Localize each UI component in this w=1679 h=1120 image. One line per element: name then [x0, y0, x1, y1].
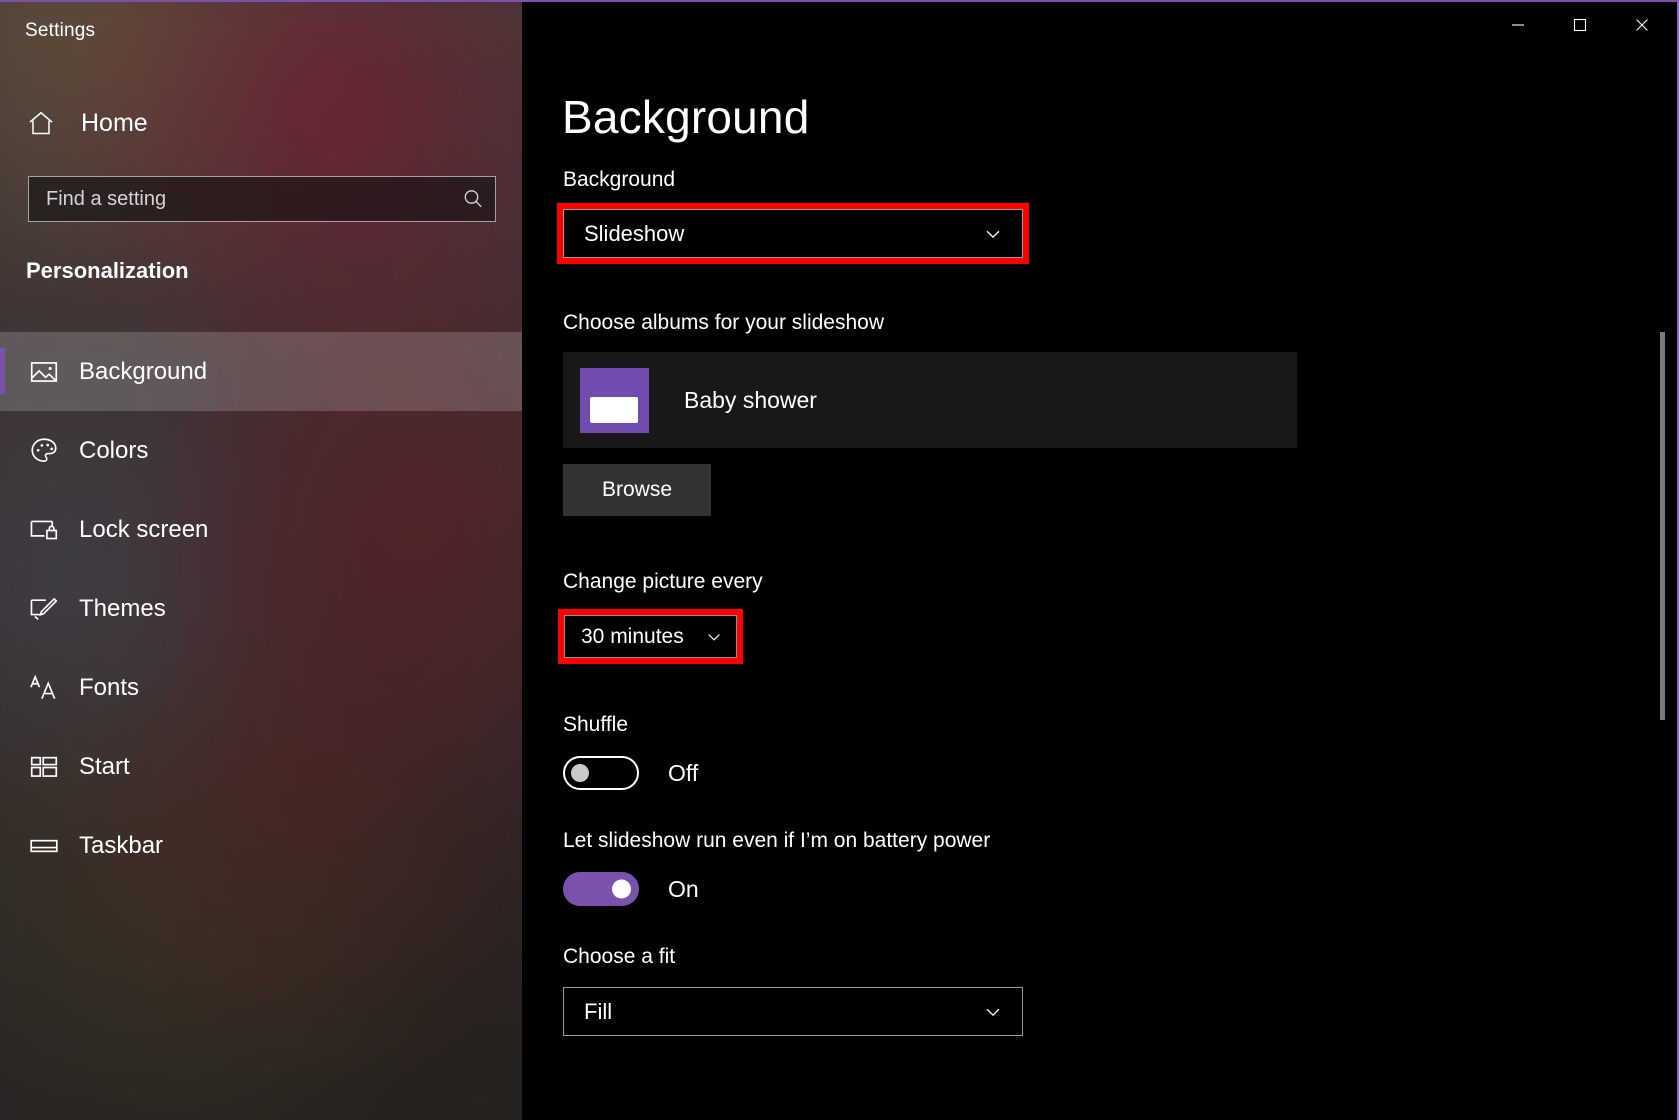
album-thumbnail-icon: [580, 367, 649, 433]
shuffle-toggle-state: Off: [668, 759, 699, 786]
sidebar-item-colors[interactable]: Colors: [0, 411, 522, 490]
sidebar-item-label: Background: [79, 357, 208, 385]
main-content: Background Background Slideshow Choose a…: [522, 2, 1677, 1120]
change-picture-interval-value: 30 minutes: [581, 624, 684, 648]
fonts-icon: [23, 667, 65, 709]
sidebar-item-themes[interactable]: Themes: [0, 569, 522, 648]
interval-section-label: Change picture every: [563, 570, 763, 593]
choose-a-fit-value: Fill: [584, 998, 613, 1024]
album-list-item[interactable]: Baby shower: [563, 352, 1297, 448]
album-name: Baby shower: [684, 386, 817, 413]
maximize-button[interactable]: [1549, 2, 1611, 48]
toggle-knob: [571, 764, 589, 782]
battery-toggle-state: On: [668, 875, 699, 902]
battery-toggle[interactable]: [563, 872, 639, 906]
sidebar-item-label: Taskbar: [79, 831, 164, 859]
sidebar: Settings Home Find a setting Personaliza…: [0, 2, 522, 1120]
sidebar-item-lock-screen[interactable]: Lock screen: [0, 490, 522, 569]
battery-toggle-row[interactable]: On: [563, 872, 699, 906]
close-button[interactable]: [1611, 2, 1673, 48]
chevron-down-icon: [704, 627, 736, 647]
sidebar-item-label: Themes: [79, 594, 166, 622]
background-type-value: Slideshow: [584, 220, 685, 246]
change-picture-interval-dropdown[interactable]: 30 minutes: [564, 615, 737, 658]
albums-section-label: Choose albums for your slideshow: [563, 311, 884, 334]
vertical-scrollbar[interactable]: [1660, 332, 1665, 720]
sidebar-item-fonts[interactable]: Fonts: [0, 648, 522, 727]
background-section-label: Background: [563, 168, 676, 191]
sidebar-section-header: Personalization: [26, 258, 189, 283]
shuffle-toggle[interactable]: [563, 756, 639, 790]
fit-section-label: Choose a fit: [563, 945, 676, 968]
battery-section-label: Let slideshow run even if I’m on battery…: [563, 829, 991, 852]
chevron-down-icon: [982, 1001, 1022, 1023]
album-thumbnail-sheet: [590, 396, 638, 423]
browse-button[interactable]: Browse: [563, 464, 711, 516]
sidebar-item-start[interactable]: Start: [0, 727, 522, 806]
choose-a-fit-dropdown[interactable]: Fill: [563, 987, 1023, 1036]
palette-icon: [23, 430, 65, 472]
settings-window: Settings Home Find a setting Personaliza…: [0, 0, 1679, 1120]
sidebar-item-label: Fonts: [79, 673, 140, 701]
lock-screen-icon: [23, 509, 65, 551]
search-icon[interactable]: [451, 187, 495, 211]
app-title: Settings: [25, 20, 96, 41]
minimize-button[interactable]: [1487, 2, 1549, 48]
toggle-knob: [612, 879, 631, 899]
shuffle-section-label: Shuffle: [563, 713, 628, 736]
sidebar-item-home[interactable]: Home: [0, 96, 522, 150]
sidebar-home-label: Home: [81, 108, 148, 137]
search-input[interactable]: [29, 177, 451, 221]
window-controls: [1487, 2, 1673, 50]
start-icon: [23, 746, 65, 788]
sidebar-item-label: Colors: [79, 436, 149, 464]
sidebar-nav: Background Colors Lock screen Themes Fon…: [0, 332, 522, 885]
taskbar-icon: [23, 825, 65, 867]
sidebar-item-background[interactable]: Background: [0, 332, 522, 411]
album-thumbnail-dot: [637, 372, 643, 379]
search-box[interactable]: [28, 176, 496, 222]
picture-icon: [23, 351, 65, 393]
shuffle-toggle-row[interactable]: Off: [563, 756, 698, 790]
sidebar-item-label: Start: [79, 752, 130, 780]
brush-icon: [23, 588, 65, 630]
chevron-down-icon: [982, 223, 1022, 245]
sidebar-item-label: Lock screen: [79, 515, 209, 543]
home-icon: [24, 106, 58, 140]
background-type-dropdown[interactable]: Slideshow: [563, 209, 1023, 258]
sidebar-item-taskbar[interactable]: Taskbar: [0, 806, 522, 885]
page-title: Background: [562, 91, 810, 143]
